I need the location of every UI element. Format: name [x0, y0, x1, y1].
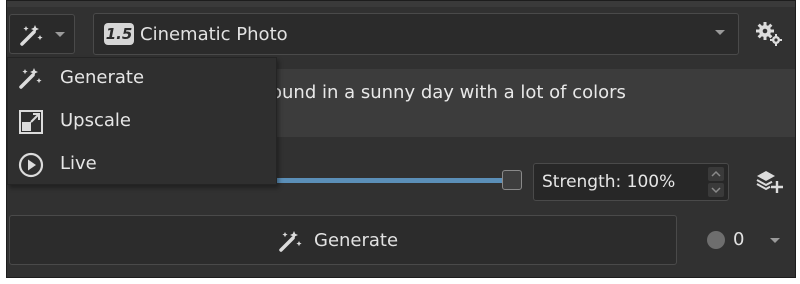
ai-generation-panel: 1.5 Cinematic Photo ound in a sunny day … [6, 0, 796, 278]
magic-wand-icon [19, 23, 45, 47]
strength-spinbox[interactable]: Strength: 100% [533, 163, 729, 201]
generate-label: Generate [314, 230, 399, 251]
magic-wand-icon [278, 229, 304, 253]
chevron-down-icon [769, 237, 781, 245]
play-icon [18, 152, 44, 178]
menu-item-label: Upscale [60, 110, 131, 131]
settings-button[interactable] [749, 17, 787, 51]
add-layer-icon [755, 168, 785, 196]
spin-down-button[interactable] [708, 183, 724, 197]
style-name: Cinematic Photo [140, 24, 288, 45]
top-strip [7, 1, 795, 7]
queue-status-button[interactable]: 0 [705, 227, 789, 255]
generate-content: Generate [278, 228, 398, 254]
prompt-text: ound in a sunny day with a lot of colors [271, 82, 626, 103]
gears-icon [755, 21, 783, 47]
strength-value: Strength: 100% [542, 172, 676, 192]
upscale-icon [18, 109, 44, 135]
mode-button[interactable] [9, 14, 75, 54]
slider-handle[interactable] [502, 170, 522, 190]
mode-menu: Generate Upscale Live [7, 57, 277, 185]
menu-item-upscale[interactable]: Upscale [8, 101, 276, 143]
queue-status-dot [707, 231, 725, 249]
menu-item-generate[interactable]: Generate [8, 58, 276, 100]
chevron-down-icon [714, 29, 726, 37]
generate-button[interactable]: Generate [9, 215, 677, 265]
menu-item-label: Live [60, 153, 97, 174]
spin-up-button[interactable] [708, 167, 724, 181]
queue-count: 0 [733, 229, 745, 250]
menu-item-label: Generate [60, 67, 145, 88]
chevron-down-icon [54, 31, 66, 39]
version-badge: 1.5 [104, 23, 134, 45]
style-select[interactable]: 1.5 Cinematic Photo [93, 13, 739, 55]
add-layer-button[interactable] [749, 165, 787, 199]
magic-wand-icon [18, 66, 44, 90]
menu-item-live[interactable]: Live [8, 144, 276, 186]
